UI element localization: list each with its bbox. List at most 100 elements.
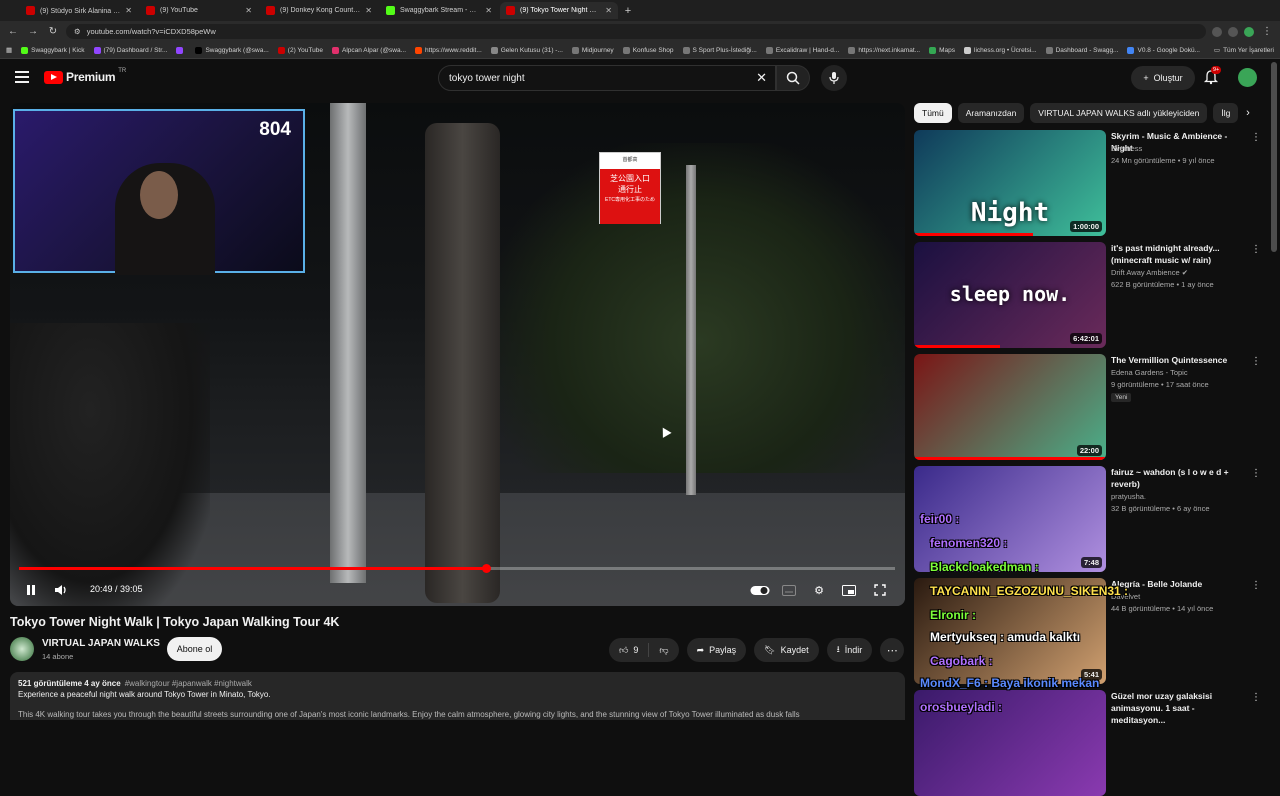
subtitles-button[interactable] xyxy=(780,581,798,599)
more-actions-icon[interactable]: ⋯ xyxy=(880,638,905,662)
url-input[interactable]: ⚙ youtube.com/watch?v=iCDXD58peWw xyxy=(66,24,1206,39)
volume-button[interactable] xyxy=(52,581,70,599)
voice-search-button[interactable] xyxy=(821,65,847,91)
bookmark[interactable]: Swaggybark | Kick xyxy=(21,46,85,54)
site-info-icon[interactable]: ⚙ xyxy=(74,27,81,36)
close-tab-icon[interactable]: ✕ xyxy=(605,6,612,15)
recommendation-item[interactable]: sleep now. 6:42:01 it's past midnight alr… xyxy=(914,242,1261,348)
close-tab-icon[interactable]: ✕ xyxy=(245,6,252,15)
create-button[interactable]: + Oluştur xyxy=(1131,66,1195,90)
save-button[interactable]: 🔖︎ Kaydet xyxy=(754,638,819,662)
subscribe-button[interactable]: Abone ol xyxy=(167,637,222,661)
chip-from-uploader[interactable]: VIRTUAL JAPAN WALKS adlı yükleyiciden xyxy=(1030,103,1208,123)
video-player[interactable]: 首都高 芝公園入口 通行止 ETC専用化工事のため 804 20:49 / 39… xyxy=(10,103,905,606)
bookmark-icon xyxy=(765,46,773,54)
video-thumbnail[interactable]: 22:00 xyxy=(914,354,1106,460)
clear-search-icon[interactable]: ✕ xyxy=(756,70,767,86)
video-scene-trees xyxy=(490,143,905,473)
close-tab-icon[interactable]: ✕ xyxy=(365,6,372,15)
channel-name[interactable]: VIRTUAL JAPAN WALKS xyxy=(42,638,160,649)
video-thumbnail[interactable]: sleep now. 6:42:01 xyxy=(914,242,1106,348)
bookmark[interactable]: Dashboard - Swagg... xyxy=(1045,46,1118,54)
bookmark[interactable]: (2) YouTube xyxy=(277,46,323,54)
chip-from-search[interactable]: Aramanızdan xyxy=(957,103,1025,123)
bookmark[interactable]: (79) Dashboard / Str... xyxy=(93,46,167,54)
more-options-icon[interactable]: ⋮ xyxy=(1251,468,1261,479)
bookmark[interactable]: Gelen Kutusu (31) -... xyxy=(490,46,563,54)
recommendation-channel[interactable]: Drift Away Ambience ✔ xyxy=(1111,268,1188,277)
recommendation-title[interactable]: The Vermillion Quintessence xyxy=(1111,354,1249,366)
miniplayer-button[interactable] xyxy=(840,581,858,599)
more-options-icon[interactable]: ⋮ xyxy=(1251,132,1261,143)
bookmark[interactable]: Excalidraw | Hand-d... xyxy=(765,46,839,54)
apps-icon[interactable]: ▦ xyxy=(6,46,12,54)
bookmark[interactable]: https://www.reddit... xyxy=(415,46,482,54)
browser-tab-bar: (9) Stüdyo Sirk Alanina Döndü 🎪 ✕ (9) You… xyxy=(0,0,1280,21)
bookmark[interactable]: Konfuse Shop xyxy=(622,46,674,54)
recommendation-title[interactable]: it's past midnight already... (minecraft… xyxy=(1111,242,1249,266)
recommendation-item[interactable]: Night 1:00:00 Skyrim - Music & Ambience -… xyxy=(914,130,1261,236)
hamburger-menu-icon[interactable] xyxy=(15,71,29,83)
bookmark[interactable]: https://next.inkamat... xyxy=(848,46,920,54)
bookmark[interactable]: Swaggybark (@swa... xyxy=(195,46,269,54)
chip-all[interactable]: Tümü xyxy=(914,103,952,123)
bookmark-icon xyxy=(176,46,184,54)
dislike-button[interactable]: 👎︎ xyxy=(649,638,678,662)
page-scrollbar[interactable] xyxy=(1271,62,1277,252)
search-button[interactable] xyxy=(776,65,810,91)
account-avatar[interactable] xyxy=(1238,68,1257,87)
more-options-icon[interactable]: ⋮ xyxy=(1251,580,1261,591)
bookmark[interactable]: Maps xyxy=(929,46,955,54)
all-bookmarks[interactable]: ▭ Tüm Yer İşaretleri xyxy=(1214,46,1280,55)
settings-button[interactable]: ⚙ xyxy=(810,581,828,599)
bookmark[interactable]: Alpcan Alpar (@swa... xyxy=(331,46,406,54)
reload-icon[interactable]: ↻ xyxy=(46,25,60,39)
forward-icon[interactable]: → xyxy=(26,25,40,39)
like-button[interactable]: 👍︎ 9 xyxy=(609,638,648,662)
browser-tab[interactable]: (9) YouTube ✕ xyxy=(140,2,258,19)
progress-bar[interactable] xyxy=(19,564,895,573)
more-options-icon[interactable]: ⋮ xyxy=(1251,356,1261,367)
bookmark[interactable]: S Sport Plus-İstediği... xyxy=(682,46,757,54)
notifications-button[interactable]: 9+ xyxy=(1203,66,1222,85)
back-icon[interactable]: ← xyxy=(6,25,20,39)
bookmark[interactable]: V0.8 - Google Dokü... xyxy=(1127,46,1200,54)
more-options-icon[interactable]: ⋮ xyxy=(1251,692,1261,703)
recommendation-channel[interactable]: Edena Gardens - Topic xyxy=(1111,368,1188,377)
browser-menu-icon[interactable]: ⋮ xyxy=(1260,25,1274,39)
profile-avatar-icon[interactable] xyxy=(1244,26,1254,37)
browser-tab[interactable]: Swaggybark Stream - Watch Li ✕ xyxy=(380,2,498,19)
chip-related[interactable]: İlg xyxy=(1213,103,1239,123)
pause-button[interactable] xyxy=(22,581,40,599)
extension-icon[interactable] xyxy=(1228,26,1238,37)
bookmark[interactable] xyxy=(176,46,186,54)
recommendation-channel[interactable]: Everness xyxy=(1111,144,1142,153)
bookmark[interactable]: Midjourney xyxy=(571,46,614,54)
chevron-right-icon[interactable]: › xyxy=(1240,105,1256,121)
recommendation-title[interactable]: fairuz ~ wahdon (s l o w e d + reverb) xyxy=(1111,466,1249,490)
new-tab-icon[interactable]: + xyxy=(620,3,636,19)
extension-icon[interactable] xyxy=(1212,26,1222,37)
chat-message: fenomen320 : xyxy=(930,536,1008,550)
hashtags[interactable]: #walkingtour #japanwalk #nightwalk xyxy=(125,679,252,688)
search-input[interactable]: tokyo tower night ✕ xyxy=(438,65,776,91)
download-button[interactable]: ⭳ İndir xyxy=(826,638,873,662)
video-thumbnail[interactable]: Night 1:00:00 xyxy=(914,130,1106,236)
channel-avatar[interactable] xyxy=(10,637,34,661)
fullscreen-button[interactable] xyxy=(871,581,889,599)
scrubber-handle[interactable] xyxy=(481,564,491,573)
share-button[interactable]: ➦ Paylaş xyxy=(686,638,747,662)
view-count-date: 521 görüntüleme 4 ay önce xyxy=(18,679,121,688)
bookmark[interactable]: lichess.org • Ücretsi... xyxy=(964,46,1037,54)
autoplay-toggle[interactable] xyxy=(749,581,771,599)
more-options-icon[interactable]: ⋮ xyxy=(1251,244,1261,255)
close-tab-icon[interactable]: ✕ xyxy=(125,6,132,15)
recommendation-channel[interactable]: pratyusha. xyxy=(1111,492,1146,501)
youtube-logo[interactable]: Premium TR xyxy=(44,68,126,84)
browser-tab[interactable]: (9) Donkey Kong Country - ✕ xyxy=(260,2,378,19)
close-tab-icon[interactable]: ✕ xyxy=(485,6,492,15)
browser-tab-active[interactable]: (9) Tokyo Tower Night Walk ✕ xyxy=(500,2,618,19)
recommendation-item[interactable]: 22:00 The Vermillion Quintessence Edena … xyxy=(914,354,1261,460)
description-box[interactable]: 521 görüntüleme 4 ay önce #walkingtour #j… xyxy=(10,672,905,720)
browser-tab[interactable]: (9) Stüdyo Sirk Alanina Döndü 🎪 ✕ xyxy=(20,2,138,19)
